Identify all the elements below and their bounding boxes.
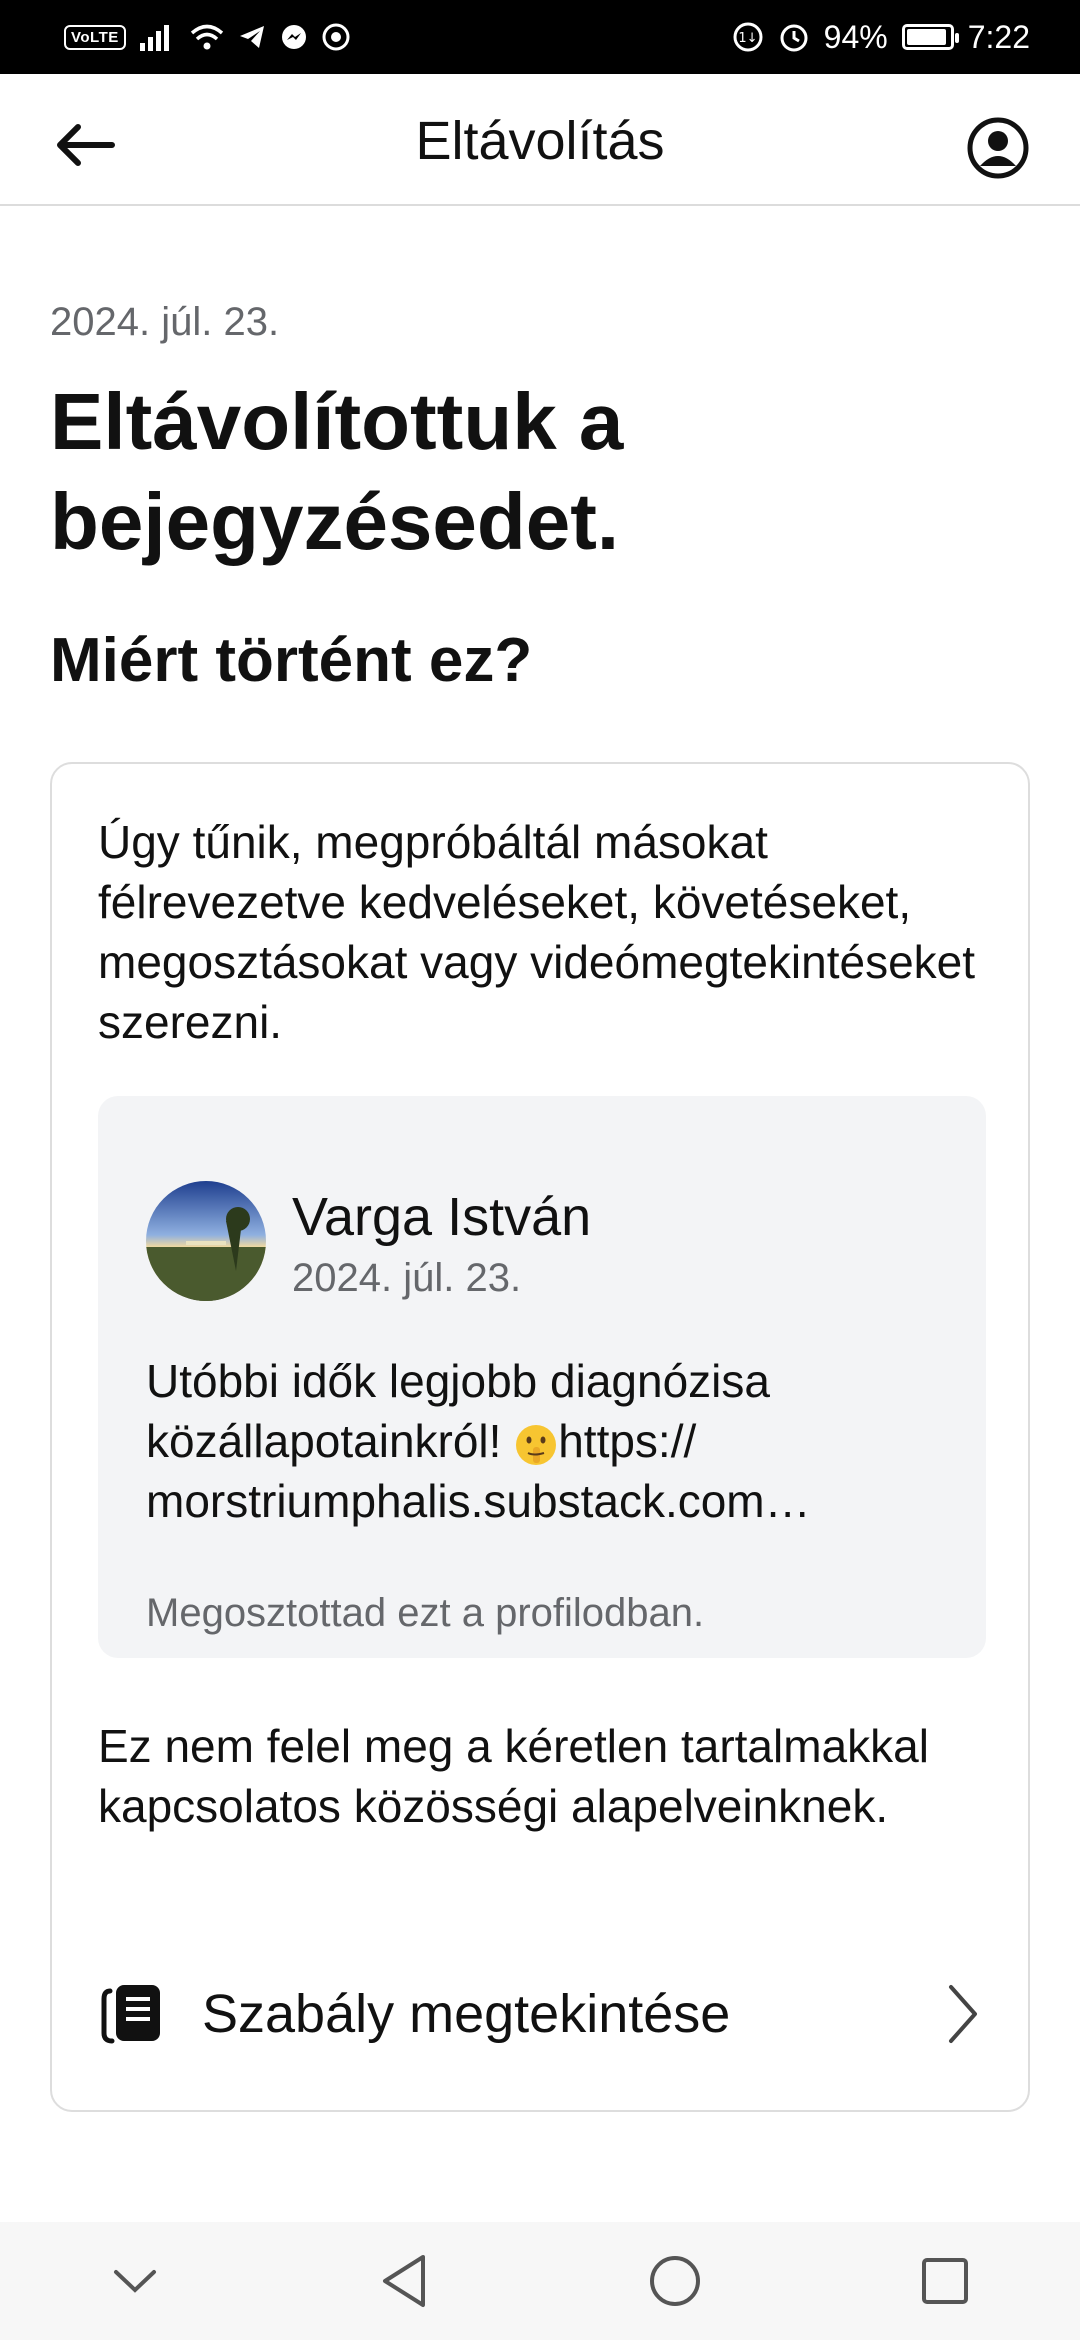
signal-icon — [139, 25, 169, 51]
shushing-face-icon — [516, 1424, 557, 1465]
battery-percent: 94% — [823, 18, 888, 55]
page-title: Eltávolítás — [415, 111, 665, 171]
telegram-icon — [239, 26, 264, 48]
post-text-line: Utóbbi idők legjobb diagnózisa — [146, 1355, 770, 1407]
battery-icon — [901, 24, 959, 50]
battery-fill — [906, 29, 946, 45]
post-date: 2024. júl. 23. — [292, 1256, 522, 1300]
status-bar: VoLTE 1↓ 94% 7:22 — [0, 0, 1080, 74]
system-nav-bar — [0, 2222, 1080, 2340]
wifi-icon — [190, 24, 223, 50]
post-author: Varga István — [292, 1187, 592, 1247]
chrome-icon — [322, 23, 350, 51]
account-circle-icon — [967, 117, 1029, 179]
post-text-line: közállapotainkról! https:// — [146, 1411, 946, 1471]
book-icon — [98, 1979, 168, 2049]
why-heading: Miért történt ez? — [50, 626, 533, 695]
top-app-bar: Eltávolítás — [0, 74, 1080, 206]
volte-badge: VoLTE — [64, 24, 126, 50]
post-text: Utóbbi idők legjobb diagnózisa közállapo… — [146, 1351, 946, 1531]
svg-text:1↓: 1↓ — [738, 31, 757, 46]
nav-recents-button[interactable] — [895, 2231, 995, 2331]
data-saver-icon: 1↓ — [733, 22, 763, 52]
view-rule-link[interactable]: Szabály megtekintése — [98, 1954, 988, 2074]
nav-back-button[interactable] — [355, 2231, 455, 2331]
shared-note: Megosztottad ezt a profilodban. — [146, 1591, 705, 1635]
chevron-down-icon — [114, 2270, 156, 2293]
home-circle-icon — [650, 2256, 700, 2306]
removal-title: Eltávolítottuk a bejegyzésedet. — [50, 377, 624, 566]
post-text-line[interactable]: morstriumphalis.substack.com… — [146, 1471, 946, 1531]
alarm-icon — [780, 24, 808, 52]
status-left: VoLTE — [64, 23, 350, 51]
recents-square-icon — [922, 2258, 968, 2304]
removed-post-preview: Varga István 2024. júl. 23. Utóbbi idők … — [98, 1096, 986, 1658]
messenger-icon — [281, 25, 306, 49]
status-right: 1↓ 94% 7:22 — [732, 19, 1030, 56]
removal-date: 2024. júl. 23. — [50, 300, 280, 344]
reason-card: Úgy tűnik, megpróbáltál másokat félrevez… — [50, 762, 1030, 2112]
nav-home-button[interactable] — [625, 2231, 725, 2331]
clock: 7:22 — [967, 18, 1030, 55]
policy-text: Ez nem felel meg a kéretlen tartalmakkal… — [98, 1720, 929, 1832]
view-rule-label: Szabály megtekintése — [202, 1984, 731, 2044]
hide-keyboard-button[interactable] — [85, 2231, 185, 2331]
reason-explanation: Úgy tűnik, megpróbáltál másokat félrevez… — [98, 816, 976, 1048]
post-text-link[interactable]: https:// — [558, 1415, 696, 1467]
back-triangle-icon — [383, 2255, 425, 2307]
profile-button[interactable] — [962, 112, 1034, 184]
post-text-segment: közállapotainkról! — [146, 1415, 515, 1467]
chevron-right-icon — [938, 1979, 988, 2049]
avatar — [146, 1181, 266, 1301]
